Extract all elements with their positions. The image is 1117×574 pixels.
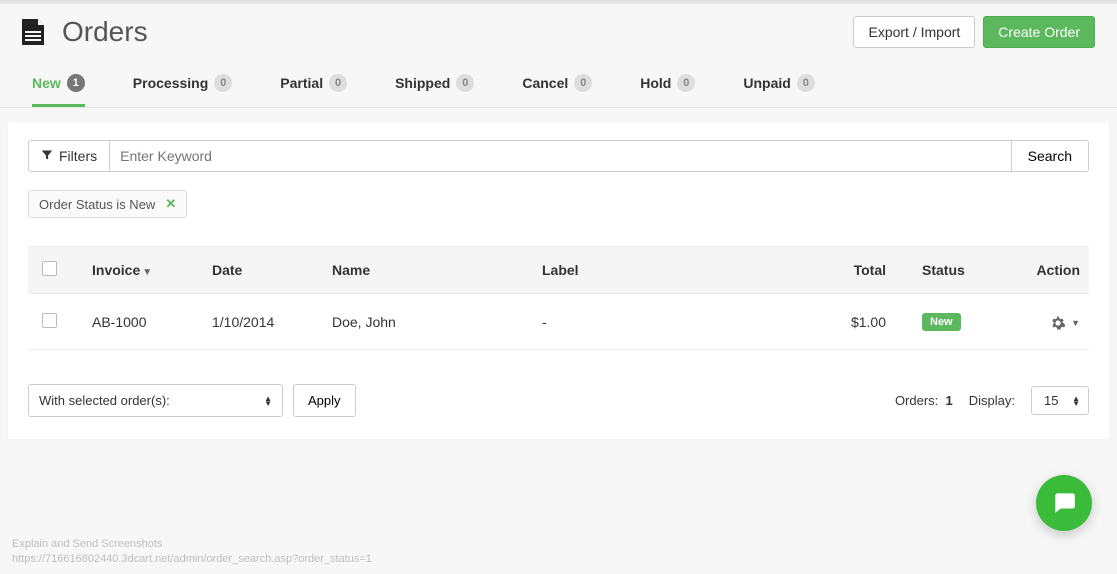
tab-label: Shipped: [395, 75, 450, 91]
filters-button[interactable]: Filters: [28, 140, 109, 172]
page-footer: Explain and Send Screenshots https://716…: [0, 447, 1117, 574]
tab-count-badge: 1: [67, 74, 85, 92]
active-filter-chip: Order Status is New ✕: [28, 190, 187, 218]
tab-count-badge: 0: [677, 74, 695, 92]
orders-table: Invoice▼ Date Name Label Total Status Ac…: [28, 246, 1089, 350]
header-invoice[interactable]: Invoice▼: [86, 258, 206, 282]
search-bar: Filters Search: [28, 140, 1089, 172]
tab-new[interactable]: New 1: [32, 74, 85, 107]
tab-shipped[interactable]: Shipped 0: [395, 74, 474, 107]
status-badge: New: [922, 313, 961, 331]
tab-label: Processing: [133, 75, 208, 91]
cell-action: ▼: [1016, 309, 1086, 333]
chat-widget-button[interactable]: [1036, 475, 1092, 531]
bulk-action-select[interactable]: With selected order(s): ▲▼: [28, 384, 283, 417]
row-checkbox-cell: [36, 309, 86, 335]
cell-total: $1.00: [796, 310, 916, 334]
table-footer: With selected order(s): ▲▼ Apply Orders:…: [28, 384, 1089, 417]
tab-processing[interactable]: Processing 0: [133, 74, 232, 107]
select-caret-icon: ▲▼: [1072, 396, 1080, 406]
remove-filter-icon[interactable]: ✕: [165, 196, 176, 212]
select-all-checkbox[interactable]: [42, 261, 57, 276]
keyword-input[interactable]: [109, 140, 1011, 172]
tab-count-badge: 0: [456, 74, 474, 92]
header-total[interactable]: Total: [796, 258, 916, 282]
tab-unpaid[interactable]: Unpaid 0: [743, 74, 814, 107]
bulk-select-label: With selected order(s):: [39, 393, 170, 408]
tab-label: Partial: [280, 75, 323, 91]
row-actions-button[interactable]: ▼: [1051, 313, 1080, 329]
table-row: AB-1000 1/10/2014 Doe, John - $1.00 New …: [28, 294, 1089, 350]
filter-icon: [41, 148, 53, 164]
page-header: Orders Export / Import Create Order: [0, 4, 1117, 56]
search-button[interactable]: Search: [1011, 140, 1089, 172]
row-checkbox[interactable]: [42, 313, 57, 328]
tab-label: Unpaid: [743, 75, 790, 91]
header-status[interactable]: Status: [916, 258, 1016, 282]
display-value: 15: [1044, 393, 1058, 408]
filter-chip-label: Order Status is New: [39, 197, 155, 212]
header-date[interactable]: Date: [206, 258, 326, 282]
footer-line2: https://716616802440.3dcart.net/admin/or…: [12, 552, 1105, 567]
select-caret-icon: ▲▼: [264, 396, 272, 406]
chevron-down-icon: ▼: [1071, 318, 1080, 328]
orders-count-value: 1: [946, 393, 953, 408]
export-import-button[interactable]: Export / Import: [853, 16, 975, 48]
header-name[interactable]: Name: [326, 258, 536, 282]
header-label[interactable]: Label: [536, 258, 796, 282]
tab-count-badge: 0: [214, 74, 232, 92]
cell-invoice: AB-1000: [86, 310, 206, 334]
tab-label: Hold: [640, 75, 671, 91]
tab-label: Cancel: [522, 75, 568, 91]
tab-count-badge: 0: [329, 74, 347, 92]
document-icon: [22, 19, 44, 45]
sort-desc-icon: ▼: [142, 267, 152, 278]
page-title: Orders: [62, 16, 148, 48]
tab-count-badge: 0: [574, 74, 592, 92]
tab-partial[interactable]: Partial 0: [280, 74, 347, 107]
tab-hold[interactable]: Hold 0: [640, 74, 695, 107]
header-action: Action: [1016, 258, 1086, 282]
tab-count-badge: 0: [797, 74, 815, 92]
display-label: Display:: [969, 393, 1015, 408]
table-header: Invoice▼ Date Name Label Total Status Ac…: [28, 246, 1089, 294]
apply-button[interactable]: Apply: [293, 384, 356, 417]
orders-count-label: Orders:: [895, 393, 938, 408]
main-panel: Filters Search Order Status is New ✕ Inv…: [8, 122, 1109, 439]
header-checkbox-cell: [36, 257, 86, 283]
cell-status: New: [916, 308, 1016, 335]
footer-line1: Explain and Send Screenshots: [12, 537, 1105, 552]
cell-name: Doe, John: [326, 310, 536, 334]
tab-cancel[interactable]: Cancel 0: [522, 74, 592, 107]
cell-label: -: [536, 310, 796, 334]
cell-date: 1/10/2014: [206, 310, 326, 334]
create-order-button[interactable]: Create Order: [983, 16, 1095, 48]
filters-label: Filters: [59, 148, 97, 164]
status-tabs: New 1 Processing 0 Partial 0 Shipped 0 C…: [0, 56, 1117, 108]
display-count-select[interactable]: 15 ▲▼: [1031, 386, 1089, 415]
chat-bubble-icon: [1051, 489, 1077, 518]
tab-label: New: [32, 75, 61, 91]
